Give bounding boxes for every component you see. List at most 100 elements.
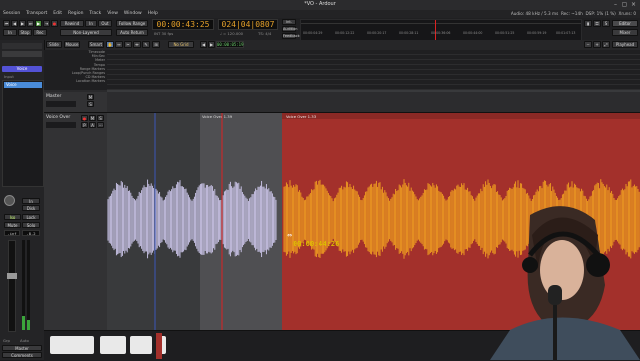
zoom-in-icon[interactable]: +: [593, 41, 601, 48]
menu-track[interactable]: Track: [89, 10, 101, 18]
master-lane[interactable]: [107, 92, 640, 113]
window-title: *VO - Ardour: [304, 1, 336, 7]
nudge-back-icon[interactable]: ◀: [200, 41, 207, 48]
grab-tool-icon[interactable]: ✋: [106, 41, 114, 48]
editor-mixer-strip: Voice Input Voice In Disk Iso Lock Mute …: [0, 40, 45, 360]
voice-playlist-button[interactable]: P: [81, 122, 88, 128]
fader-track[interactable]: [7, 240, 17, 332]
maximize-icon[interactable]: ▢: [621, 1, 628, 8]
mini-tick-2: 00:00:20:17: [367, 31, 387, 35]
int-button[interactable]: Int.: [282, 19, 296, 25]
feedback-button[interactable]: Feedback: [282, 33, 300, 39]
strip-name-row: [2, 43, 42, 49]
editor-button[interactable]: Editor: [612, 20, 638, 27]
menu-region[interactable]: Region: [68, 10, 83, 18]
summary-thumb-3[interactable]: [100, 336, 126, 354]
mixer-button[interactable]: Mixer: [612, 29, 638, 36]
draw-tool-icon[interactable]: ✎: [142, 41, 150, 48]
close-icon[interactable]: ×: [630, 1, 637, 8]
next-marker-button[interactable]: ▶: [19, 20, 26, 27]
track-name-master[interactable]: Master: [46, 94, 61, 99]
zoom-session-icon[interactable]: ⤢: [602, 41, 610, 48]
cut-tool-icon[interactable]: ✂: [124, 41, 132, 48]
solo-indicator-icon[interactable]: S: [602, 20, 610, 27]
input-trim-knob[interactable]: [4, 195, 15, 206]
menu-edit[interactable]: Edit: [53, 10, 62, 18]
punch-in-toggle[interactable]: In: [85, 20, 97, 27]
zoom-out-icon[interactable]: −: [584, 41, 592, 48]
iso-button[interactable]: Iso: [4, 214, 21, 220]
rulers-area[interactable]: [107, 50, 640, 90]
input-button[interactable]: In: [22, 198, 40, 204]
output-button[interactable]: Master: [2, 345, 42, 351]
menu-session[interactable]: Session: [3, 10, 20, 18]
strip-track-name[interactable]: Voice: [2, 66, 42, 72]
gain-display-right[interactable]: -8.2: [22, 230, 40, 236]
edit-mode-slide[interactable]: Slide: [46, 41, 62, 48]
rec-mode-button[interactable]: Rec: [33, 29, 47, 36]
snap-icon[interactable]: ⊞: [152, 41, 160, 48]
zoom-focus-dropdown[interactable]: Playhead: [612, 41, 638, 48]
edit-point-mouse[interactable]: Mouse: [64, 41, 80, 48]
record-icon[interactable]: ●: [51, 20, 58, 27]
punch-in-button[interactable]: In: [3, 29, 17, 36]
menu-transport[interactable]: Transport: [26, 10, 47, 18]
solo-button[interactable]: Solo: [22, 222, 40, 228]
lock-icon[interactable]: ⚿: [593, 20, 601, 27]
rewind-mode-button[interactable]: Rewind: [60, 20, 84, 27]
nudge-clock[interactable]: 00:00:05:19: [216, 41, 244, 48]
plugin-box[interactable]: Voice: [2, 80, 44, 187]
follow-range-button[interactable]: Follow Range: [116, 20, 148, 27]
audition-button[interactable]: Audition: [282, 26, 298, 32]
voice-rec-icon[interactable]: ●: [81, 115, 88, 121]
non-layered-button[interactable]: Non-Layered: [60, 29, 112, 36]
meter-right: [27, 240, 30, 330]
smart-mode-button[interactable]: Smart: [88, 41, 104, 48]
comments-button[interactable]: Comments: [2, 352, 42, 358]
stretch-tool-icon[interactable]: ⇹: [133, 41, 141, 48]
voice-automation-button[interactable]: A: [89, 122, 96, 128]
menu-help[interactable]: Help: [148, 10, 158, 18]
stop-button[interactable]: Stop: [18, 29, 32, 36]
forward-button[interactable]: ⏭: [27, 20, 34, 27]
plugin-entry[interactable]: Voice: [4, 82, 42, 88]
master-solo-button[interactable]: S: [87, 101, 94, 107]
menu-view[interactable]: View: [107, 10, 118, 18]
gain-display-left[interactable]: -inf: [4, 230, 20, 236]
range-tool-icon[interactable]: ↔: [115, 41, 123, 48]
master-mute-button[interactable]: M: [87, 94, 94, 100]
menu-window[interactable]: Window: [124, 10, 142, 18]
auto-return-button[interactable]: Auto Return: [116, 29, 148, 36]
voice-group-button[interactable]: ⋯: [97, 122, 104, 128]
grid-mode-dropdown[interactable]: No Grid: [168, 41, 194, 48]
track-name-voice-over[interactable]: Voice Over: [46, 115, 70, 120]
punch-out-toggle[interactable]: Out: [98, 20, 112, 27]
microphone-icon: [548, 285, 562, 305]
rewind-button[interactable]: ⏮: [3, 20, 10, 27]
mute-button[interactable]: Mute: [4, 222, 21, 228]
track-header-voice-over[interactable]: Voice Over ● M S P A ⋯: [44, 113, 107, 331]
mini-timeline[interactable]: 00:00:04:29 00:00:12:22 00:00:20:17 00:0…: [300, 19, 582, 41]
auto-label[interactable]: Auto: [20, 338, 29, 343]
secondary-clock[interactable]: 024|04|0807: [218, 19, 278, 30]
play-icon[interactable]: ▶: [35, 20, 42, 27]
voice-solo-button[interactable]: S: [97, 115, 104, 121]
voice-mute-button[interactable]: M: [89, 115, 96, 121]
summary-thumb-4[interactable]: [130, 336, 152, 354]
fader-handle[interactable]: [7, 273, 17, 279]
nudge-forward-icon[interactable]: ▶: [208, 41, 215, 48]
track-header-master[interactable]: Master M S: [44, 92, 107, 113]
summary-thumb-2[interactable]: [68, 336, 94, 354]
prev-marker-button[interactable]: ◀: [11, 20, 18, 27]
voice-name-field[interactable]: [46, 122, 76, 128]
strip-input-label: Input: [4, 74, 14, 79]
play-range-button[interactable]: ⇥: [43, 20, 50, 27]
summary-viewport[interactable]: [156, 333, 162, 359]
ruler-label-location[interactable]: Location Markers: [44, 79, 107, 83]
lock-button[interactable]: Lock: [22, 214, 40, 220]
primary-clock[interactable]: 00:00:43:25: [152, 19, 214, 30]
grp-label[interactable]: Grp: [3, 338, 10, 343]
minimize-icon[interactable]: –: [612, 1, 619, 8]
disk-button[interactable]: Disk: [22, 205, 40, 211]
master-name-field[interactable]: [46, 101, 76, 107]
